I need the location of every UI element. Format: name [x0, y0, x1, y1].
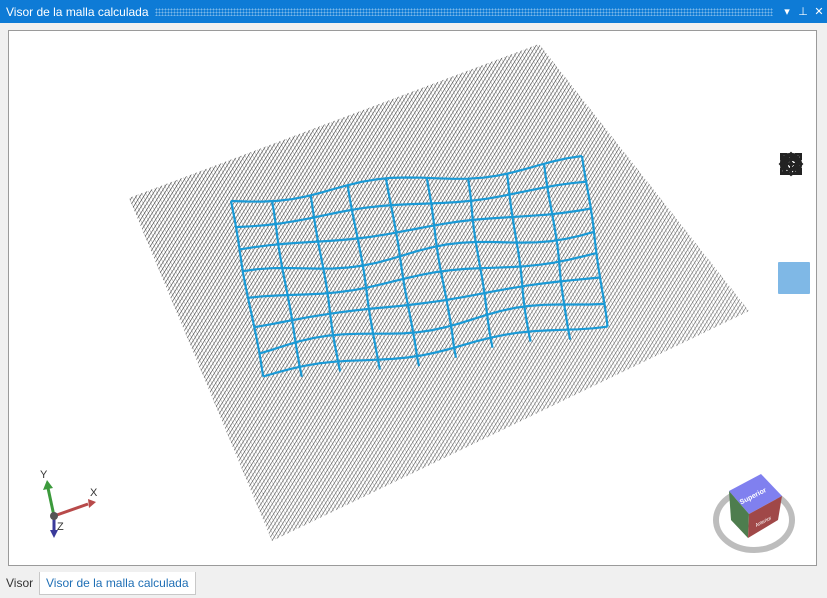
title-grip[interactable]: [154, 7, 773, 16]
axis-z-label: Z: [57, 521, 64, 533]
viewport[interactable]: X Y Z Superior Anterior: [8, 30, 817, 566]
axis-y-label: Y: [40, 469, 48, 481]
close-button[interactable]: ✕: [811, 5, 827, 18]
zoom-button[interactable]: [778, 153, 810, 294]
tab-visor-malla[interactable]: Visor de la malla calculada: [39, 572, 196, 595]
zoom-window-button[interactable]: [778, 153, 810, 257]
pan-button[interactable]: [778, 151, 810, 331]
fit-extents-button[interactable]: [778, 153, 810, 405]
settings-button[interactable]: [778, 155, 810, 442]
axis-x-label: X: [90, 487, 98, 499]
dropdown-button[interactable]: ▾: [779, 5, 795, 18]
document-tabs: Visor Visor de la malla calculada: [0, 570, 827, 598]
look-button[interactable]: [778, 153, 810, 220]
window-title: Visor de la malla calculada: [6, 4, 149, 19]
settings-icon: [782, 155, 800, 173]
view-toolbar: [778, 151, 812, 447]
pin-button[interactable]: ⊥: [795, 5, 811, 18]
rotate-button[interactable]: [778, 154, 810, 368]
mesh-canvas: X Y Z Superior Anterior: [40, 44, 795, 553]
axis-triad: X Y Z: [40, 469, 98, 538]
view-cube[interactable]: Superior Anterior: [713, 474, 795, 553]
tab-visor[interactable]: Visor: [0, 572, 39, 594]
window-title-bar[interactable]: Visor de la malla calculada ▾ ⊥ ✕: [0, 0, 827, 23]
